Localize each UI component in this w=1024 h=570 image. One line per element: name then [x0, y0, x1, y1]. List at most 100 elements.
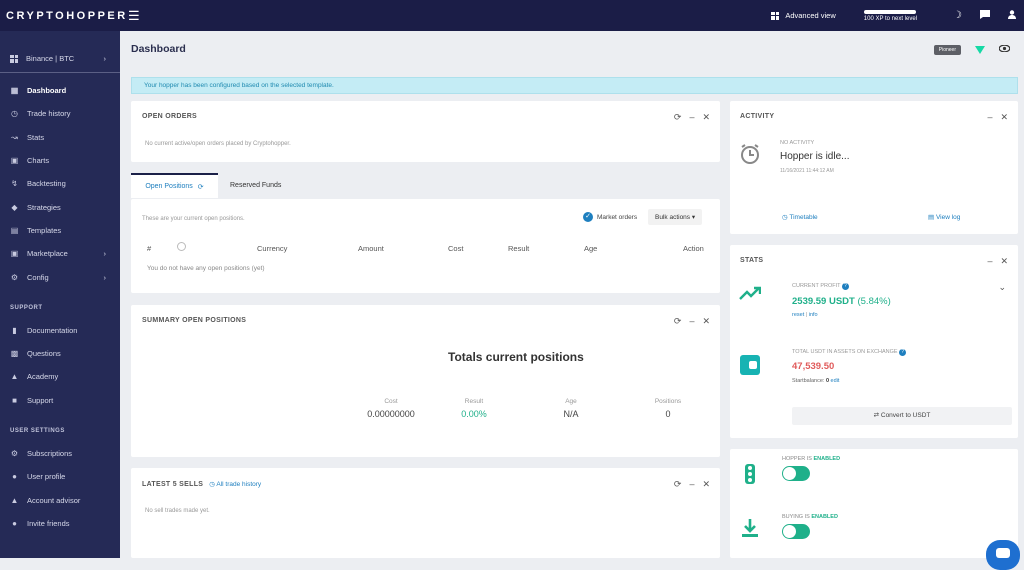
user-icon[interactable]	[1008, 9, 1016, 22]
xp-progress: 100 XP to next level	[864, 9, 917, 22]
minimize-icon[interactable]: –	[689, 479, 694, 490]
exchange-arrows-icon: ⇄	[873, 412, 880, 419]
market-orders-checkbox[interactable]: ✓ Market orders	[583, 212, 637, 222]
activity-time: 11/16/2021 11:44:12 AM	[780, 168, 834, 174]
sidebar-item-templates[interactable]: ▤ Templates	[0, 219, 120, 242]
buying-label: BUYING IS	[782, 514, 810, 520]
tab-open-positions[interactable]: Open Positions ⟳	[131, 173, 218, 198]
refresh-icon[interactable]: ⟳	[674, 112, 682, 123]
current-profit-label: CURRENT PROFIT	[792, 283, 841, 289]
sidebar-item-charts[interactable]: ▣ Charts	[0, 149, 120, 172]
start-balance-value: 0	[825, 378, 830, 384]
select-all-checkbox[interactable]	[177, 242, 186, 251]
template-alert: Your hopper has been configured based on…	[131, 77, 1018, 94]
refresh-icon[interactable]: ⟳	[674, 479, 682, 490]
advanced-view-button[interactable]: Advanced view	[771, 11, 836, 20]
col-age: Age	[584, 244, 598, 253]
sidebar-item-academy[interactable]: ▲ Academy	[0, 365, 120, 388]
sidebar-item-marketplace[interactable]: ▣ Marketplace ›	[0, 242, 120, 265]
refresh-icon[interactable]: ⟳	[674, 316, 682, 327]
sidebar-item-stats[interactable]: ↝ Stats	[0, 126, 120, 149]
close-icon[interactable]: ✕	[702, 316, 710, 327]
sidebar-item-account-advisor[interactable]: ▲ Account advisor	[0, 488, 120, 511]
current-profit-value: 2539.59 USDT	[792, 296, 855, 307]
col-result: Result	[508, 244, 530, 253]
edit-link[interactable]: edit	[831, 378, 840, 384]
sidebar-item-dashboard[interactable]: ▦ Dashboard	[0, 79, 120, 102]
close-icon[interactable]: ✕	[702, 112, 710, 123]
open-orders-empty: No current active/open orders placed by …	[145, 141, 291, 147]
template-icon: ▤	[10, 225, 19, 235]
dashboard-icon: ▦	[10, 86, 19, 96]
info-link[interactable]: info	[809, 312, 818, 318]
open-orders-title: OPEN ORDERS	[142, 113, 198, 120]
wallet-icon	[740, 355, 760, 375]
sidebar-item-documentation[interactable]: ▮ Documentation	[0, 319, 120, 342]
eye-icon[interactable]	[998, 44, 1011, 55]
timetable-link[interactable]: ◷ Timetable	[782, 213, 818, 221]
hopper-enabled-toggle[interactable]	[782, 466, 810, 481]
sidebar-item-questions[interactable]: ▩ Questions	[0, 342, 120, 365]
chevron-down-icon[interactable]: ⌄	[998, 282, 1006, 293]
live-chat-button[interactable]	[986, 540, 1020, 570]
close-icon[interactable]: ✕	[1000, 256, 1008, 267]
gem-icon[interactable]	[975, 45, 985, 54]
download-icon	[742, 519, 758, 542]
caret-down-icon: ▾	[691, 214, 696, 221]
view-log-link[interactable]: ▤ View log	[928, 213, 960, 221]
chevron-right-icon: ›	[103, 272, 107, 282]
summary-age-label: Age	[565, 398, 577, 405]
positions-desc: These are your current open positions.	[142, 216, 245, 222]
checkbox-checked-icon: ✓	[583, 212, 593, 222]
open-orders-card: OPEN ORDERS ⟳ – ✕ No current active/open…	[131, 101, 720, 162]
sidebar-item-support[interactable]: ■ Support	[0, 389, 120, 412]
sidebar-item-config[interactable]: ⚙ Config ›	[0, 265, 120, 288]
sidebar-item-strategies[interactable]: ◆ Strategies	[0, 195, 120, 218]
close-icon[interactable]: ✕	[1000, 112, 1008, 123]
all-trade-history-link[interactable]: ◷ All trade history	[209, 480, 261, 488]
info-circle-icon[interactable]: ?	[899, 349, 907, 356]
users-icon: ●	[12, 518, 17, 528]
current-profit-pct: (5.84%)	[857, 296, 891, 307]
user-settings-heading: USER SETTINGS	[10, 427, 65, 434]
info-circle-icon[interactable]: ?	[841, 283, 849, 290]
top-bar: CRYPTOHOPPER ☰ Advanced view 100 XP to n…	[0, 0, 1024, 31]
sidebar-item-trade-history[interactable]: ◷ Trade history	[0, 102, 120, 125]
bulk-actions-dropdown[interactable]: Bulk actions ▾	[648, 209, 703, 225]
sidebar-item-subscriptions[interactable]: ⚙ Subscriptions	[0, 442, 120, 465]
minimize-icon[interactable]: –	[689, 112, 694, 123]
activity-card: ACTIVITY – ✕ NO ACTIVITY Hopper is idle.…	[730, 101, 1018, 234]
gear-icon: ⚙	[10, 272, 19, 282]
hopper-state: ENABLED	[813, 456, 841, 462]
support-heading: SUPPORT	[10, 304, 43, 311]
stats-card: STATS – ✕ CURRENT PROFIT ? 2539.59 USDT …	[730, 245, 1018, 438]
summary-positions-value: 0	[665, 409, 671, 419]
col-hash: #	[147, 244, 152, 253]
reset-link[interactable]: reset	[792, 312, 804, 318]
minimize-icon[interactable]: –	[689, 316, 694, 327]
convert-to-usdt-button[interactable]: ⇄ Convert to USDT	[792, 407, 1012, 425]
activity-title: ACTIVITY	[740, 113, 775, 120]
col-currency: Currency	[257, 244, 288, 253]
chevron-right-icon: ›	[103, 54, 107, 63]
sidebar-item-invite-friends[interactable]: ● Invite friends	[0, 512, 120, 535]
sidebar-item-user-profile[interactable]: ● User profile	[0, 465, 120, 488]
minimize-icon[interactable]: –	[987, 112, 992, 123]
sidebar-item-backtesting[interactable]: ↯ Backtesting	[0, 172, 120, 195]
trend-icon: ↝	[11, 132, 18, 142]
dark-mode-icon[interactable]: ☽	[953, 10, 962, 21]
support-icon: ■	[12, 395, 17, 405]
minimize-icon[interactable]: –	[987, 256, 992, 267]
grid-icon	[10, 54, 18, 63]
buying-enabled-toggle[interactable]	[782, 524, 810, 539]
open-positions-card: These are your current open positions. ✓…	[131, 199, 720, 293]
menu-toggle-icon[interactable]: ☰	[128, 8, 140, 24]
chat-icon[interactable]	[980, 9, 990, 22]
grid-icon	[771, 11, 780, 20]
summary-card: SUMMARY OPEN POSITIONS ⟳ – ✕ Totals curr…	[131, 305, 720, 457]
app-logo[interactable]: CRYPTOHOPPER	[0, 10, 125, 22]
tab-reserved-funds[interactable]: Reserved Funds	[230, 173, 281, 198]
alarm-clock-icon	[739, 143, 761, 170]
exchange-selector[interactable]: Binance | BTC ›	[0, 45, 120, 73]
close-icon[interactable]: ✕	[702, 479, 710, 490]
